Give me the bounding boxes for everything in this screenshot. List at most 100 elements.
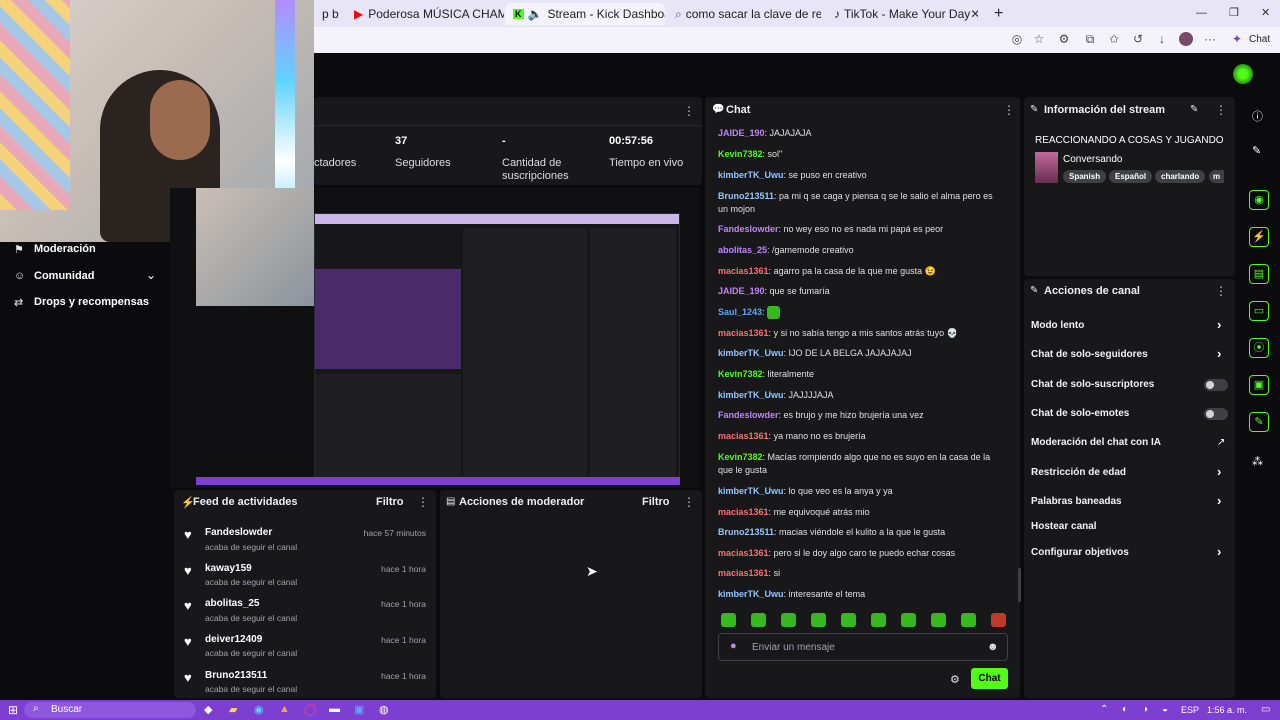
tab-1[interactable]: p b bbox=[314, 3, 344, 25]
user-avatar[interactable] bbox=[1233, 64, 1253, 84]
mod-filter-button[interactable]: Filtro bbox=[642, 496, 670, 508]
window-close-icon[interactable]: ✕ bbox=[1261, 6, 1270, 19]
history-icon[interactable]: ↺ bbox=[1131, 32, 1145, 46]
chat-username[interactable]: Kevin7382 bbox=[718, 452, 763, 462]
emote-icon[interactable] bbox=[991, 613, 1006, 627]
goals-action[interactable]: Configurar objetivos bbox=[1031, 547, 1129, 558]
chevron-down-icon[interactable]: ⌄ bbox=[146, 268, 156, 282]
new-tab-button[interactable]: + bbox=[986, 3, 1008, 25]
emote-icon[interactable] bbox=[931, 613, 946, 627]
chat-username[interactable]: Kevin7382 bbox=[718, 369, 763, 379]
favorites-bar-icon[interactable]: ✩ bbox=[1107, 32, 1121, 46]
followers-only-action[interactable]: Chat de solo-seguidores bbox=[1031, 349, 1148, 360]
reader-icon[interactable]: ◎ bbox=[1010, 32, 1024, 46]
camera-icon[interactable]: ◉ bbox=[1249, 190, 1269, 210]
maximize-icon[interactable]: ❐ bbox=[1229, 6, 1239, 19]
taskbar-search[interactable] bbox=[24, 702, 196, 718]
copilot-icon[interactable]: ✦ bbox=[1230, 32, 1244, 46]
layout-icon[interactable]: ▣ bbox=[1249, 375, 1269, 395]
ai-moderation-action[interactable]: Moderación del chat con IA bbox=[1031, 437, 1161, 448]
notification-icon[interactable]: ▭ bbox=[1261, 704, 1270, 715]
chat-username[interactable]: kimberTK_Uwu bbox=[718, 348, 784, 358]
info-menu-icon[interactable]: ⋮ bbox=[1215, 103, 1227, 117]
chat-username[interactable]: macias1361 bbox=[718, 431, 769, 441]
favorite-icon[interactable]: ☆ bbox=[1032, 32, 1046, 46]
feed-menu-icon[interactable]: ⋮ bbox=[417, 495, 429, 509]
tray-app-icon[interactable]: ◒ bbox=[1162, 704, 1168, 715]
chat-menu-icon[interactable]: ⋮ bbox=[1003, 103, 1015, 117]
windows-start-icon[interactable]: ⊞ bbox=[8, 703, 18, 717]
chat-username[interactable]: Fandeslowder bbox=[718, 224, 779, 234]
chat-username[interactable]: Kevin7382 bbox=[718, 149, 763, 159]
chevron-right-icon[interactable]: › bbox=[1217, 464, 1221, 479]
chat-username[interactable]: JAIDE_190 bbox=[718, 128, 765, 138]
minimize-icon[interactable]: — bbox=[1196, 7, 1207, 19]
emote-icon[interactable] bbox=[961, 613, 976, 627]
chevron-right-icon[interactable]: › bbox=[1217, 493, 1221, 508]
edit-icon[interactable]: ✎ bbox=[1190, 104, 1198, 115]
copilot-label[interactable]: Chat bbox=[1249, 34, 1270, 45]
chat-username[interactable]: Bruno213511 bbox=[718, 527, 774, 537]
chevron-right-icon[interactable]: › bbox=[1217, 317, 1221, 332]
emote-icon[interactable] bbox=[871, 613, 886, 627]
emotes-only-toggle[interactable] bbox=[1204, 408, 1228, 420]
notes-icon[interactable]: ▤ bbox=[1249, 264, 1269, 284]
close-tab-icon[interactable]: ✕ bbox=[970, 7, 978, 21]
chat-username[interactable]: abolitas_25 bbox=[718, 245, 767, 255]
pencil-icon[interactable]: ✎ bbox=[1252, 144, 1261, 157]
stats-menu-icon[interactable]: ⋮ bbox=[683, 104, 695, 118]
chevron-right-icon[interactable]: › bbox=[1217, 544, 1221, 559]
tab-2[interactable]: ▶ Poderosa MÚSICA CHAMÁNICA p bbox=[346, 3, 504, 25]
external-link-icon[interactable]: ↗ bbox=[1217, 437, 1225, 448]
chat-username[interactable]: Fandeslowder bbox=[718, 410, 779, 420]
extensions-icon[interactable]: ⚙ bbox=[1057, 32, 1071, 46]
chat-scrollbar[interactable] bbox=[1018, 568, 1021, 602]
tray-app-icon[interactable]: ◐ bbox=[1122, 704, 1128, 715]
language-indicator[interactable]: ESP bbox=[1181, 705, 1199, 715]
chat-username[interactable]: macias1361 bbox=[718, 328, 769, 338]
feed-filter-button[interactable]: Filtro bbox=[376, 496, 404, 508]
emote-icon[interactable] bbox=[721, 613, 736, 627]
emote-icon[interactable] bbox=[811, 613, 826, 627]
emoji-icon[interactable]: ☻ bbox=[987, 641, 999, 653]
clock[interactable]: 1:56 a. m. bbox=[1207, 705, 1247, 715]
emote-icon[interactable] bbox=[751, 613, 766, 627]
channel-menu-icon[interactable]: ⋮ bbox=[1215, 284, 1227, 298]
gear-icon[interactable]: ⚙ bbox=[950, 673, 960, 686]
tab-4[interactable]: ⌕ como sacar la clave de retransmis ✕ bbox=[667, 3, 821, 25]
host-channel-action[interactable]: Hostear canal bbox=[1031, 521, 1097, 532]
chat-username[interactable]: kimberTK_Uwu bbox=[718, 170, 784, 180]
mod-menu-icon[interactable]: ⋮ bbox=[683, 495, 695, 509]
obs-icon[interactable]: ◍ bbox=[379, 703, 389, 716]
chat-username[interactable]: Bruno213511 bbox=[718, 191, 774, 201]
age-restriction-action[interactable]: Restricción de edad bbox=[1031, 467, 1126, 478]
lightning-icon[interactable]: ⚡ bbox=[1249, 227, 1269, 247]
sidebar-item-drops[interactable]: Drops y recompensas bbox=[34, 296, 149, 308]
chat-username[interactable]: macias1361 bbox=[718, 568, 769, 578]
more-icon[interactable]: ··· bbox=[1203, 32, 1217, 46]
info-icon[interactable]: ⓘ bbox=[1252, 108, 1263, 124]
downloads-icon[interactable]: ↓ bbox=[1155, 32, 1169, 46]
slow-mode-action[interactable]: Modo lento bbox=[1031, 320, 1084, 331]
sidebar-item-moderation[interactable]: Moderación bbox=[34, 243, 96, 255]
chat-username[interactable]: macias1361 bbox=[718, 507, 769, 517]
broadcast-icon[interactable]: ⦿ bbox=[1249, 338, 1269, 358]
chat-username[interactable]: macias1361 bbox=[718, 266, 769, 276]
tray-chevron-icon[interactable]: ⌃ bbox=[1100, 704, 1108, 715]
widgets-icon[interactable]: ◆ bbox=[204, 703, 212, 716]
chat-username[interactable]: kimberTK_Uwu bbox=[718, 486, 784, 496]
edge-icon[interactable]: ◉ bbox=[254, 703, 264, 716]
tab-3[interactable]: K 🔈 Stream - Kick Dashboard ✕ bbox=[505, 3, 665, 25]
app-icon-2[interactable]: ▣ bbox=[354, 703, 364, 716]
chat-icon[interactable]: ▭ bbox=[1249, 301, 1269, 321]
sidebar-item-community[interactable]: Comunidad bbox=[34, 270, 95, 282]
chat-username[interactable]: kimberTK_Uwu bbox=[718, 589, 784, 599]
split-screen-icon[interactable]: ⧉ bbox=[1083, 32, 1097, 46]
chat-username[interactable]: kimberTK_Uwu bbox=[718, 390, 784, 400]
emote-icon[interactable] bbox=[901, 613, 916, 627]
terminal-icon[interactable]: ▬ bbox=[329, 703, 340, 715]
app-icon[interactable]: ▲ bbox=[279, 703, 290, 715]
subscribers-only-toggle[interactable] bbox=[1204, 379, 1228, 391]
folder-icon[interactable]: ▰ bbox=[229, 703, 237, 716]
wrench-icon[interactable]: ✎ bbox=[1249, 412, 1269, 432]
